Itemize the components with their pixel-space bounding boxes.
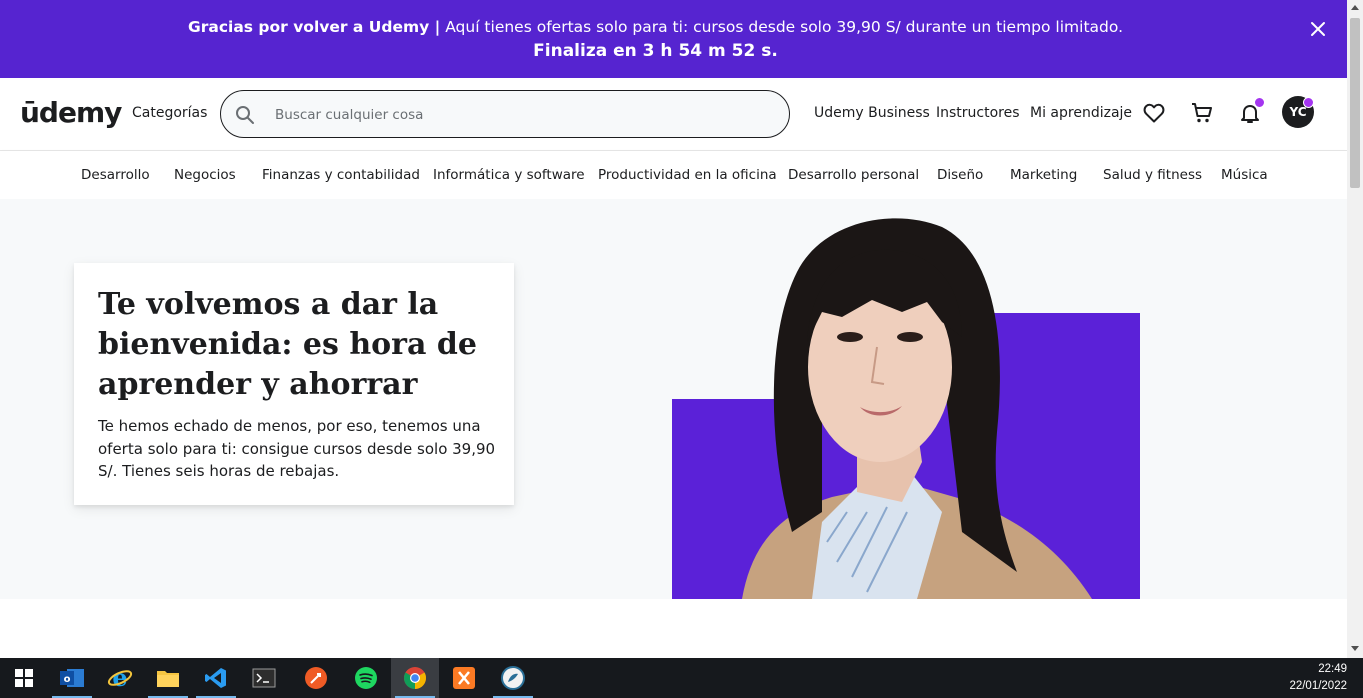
promo-text: Aquí tienes ofertas solo para ti: cursos… [440, 18, 1123, 36]
hero-title: Te volvemos a dar la bienvenida: es hora… [98, 287, 477, 402]
clock-date: 22/01/2022 [1289, 680, 1347, 692]
hero-text: Te hemos echado de menos, por eso, tenem… [98, 417, 496, 480]
nav-item-informatica[interactable]: Informática y software [433, 167, 585, 183]
promo-bold-text: Gracias por volver a Udemy | [188, 18, 441, 36]
avatar-notification-dot [1303, 97, 1314, 108]
spotify-icon[interactable] [342, 658, 390, 698]
svg-text:e: e [112, 665, 127, 691]
nav-item-desarrollo-personal[interactable]: Desarrollo personal [788, 167, 919, 183]
nav-item-salud[interactable]: Salud y fitness [1103, 167, 1202, 183]
vscode-icon[interactable] [192, 658, 240, 698]
site-header: ūdemy Categorías Udemy Business Instruct… [0, 78, 1347, 151]
file-explorer-icon[interactable] [144, 658, 192, 698]
search-icon[interactable] [235, 105, 255, 129]
xampp-icon[interactable] [440, 658, 488, 698]
close-icon[interactable] [1307, 18, 1329, 40]
nav-item-finanzas[interactable]: Finanzas y contabilidad [262, 167, 420, 183]
category-nav: Desarrollo Negocios Finanzas y contabili… [0, 151, 1347, 199]
nav-item-marketing[interactable]: Marketing [1010, 167, 1077, 183]
nav-item-negocios[interactable]: Negocios [174, 167, 236, 183]
page-scrollbar[interactable] [1347, 0, 1363, 658]
outlook-icon[interactable]: o [48, 658, 96, 698]
svg-text:o: o [64, 674, 71, 685]
nav-item-diseno[interactable]: Diseño [937, 167, 983, 183]
browser-page: Gracias por volver a Udemy | Aquí tienes… [0, 0, 1347, 658]
promo-countdown: Finaliza en 3 h 54 m 52 s. [533, 41, 778, 61]
nav-item-musica[interactable]: Música [1221, 167, 1268, 183]
udemy-business-link[interactable]: Udemy Business [814, 105, 930, 121]
internet-explorer-icon[interactable]: e [96, 658, 144, 698]
notification-dot [1254, 97, 1265, 108]
hero-image [672, 218, 1140, 599]
scroll-up-icon[interactable] [1351, 5, 1359, 10]
instructors-link[interactable]: Instructores [936, 105, 1020, 121]
windows-start-icon[interactable] [0, 658, 48, 698]
search-bar[interactable] [220, 90, 790, 138]
clock-time: 22:49 [1318, 663, 1347, 675]
udemy-logo[interactable]: ūdemy [20, 96, 122, 132]
hero-card: Te volvemos a dar la bienvenida: es hora… [74, 263, 514, 505]
nav-item-productividad[interactable]: Productividad en la oficina [598, 167, 777, 183]
categories-button[interactable]: Categorías [132, 105, 207, 121]
bell-icon[interactable] [1238, 97, 1265, 127]
app-icon[interactable] [489, 658, 537, 698]
windows-taskbar: o e 22:49 22/01/2022 [0, 658, 1363, 698]
promo-message: Gracias por volver a Udemy | Aquí tienes… [0, 18, 1311, 36]
logo-text: ūdemy [20, 96, 122, 129]
promo-banner: Gracias por volver a Udemy | Aquí tienes… [0, 0, 1347, 78]
chrome-icon[interactable] [391, 658, 439, 698]
search-input[interactable] [273, 101, 767, 129]
cart-icon[interactable] [1190, 101, 1216, 127]
heart-icon[interactable] [1142, 101, 1168, 127]
scrollbar-thumb[interactable] [1350, 18, 1360, 188]
system-clock[interactable]: 22:49 22/01/2022 [1289, 661, 1347, 695]
nav-item-desarrollo[interactable]: Desarrollo [81, 167, 150, 183]
hero-banner: Te volvemos a dar la bienvenida: es hora… [0, 199, 1347, 599]
my-learning-link[interactable]: Mi aprendizaje [1030, 105, 1132, 121]
terminal-icon[interactable] [240, 658, 288, 698]
scroll-down-icon[interactable] [1351, 646, 1359, 651]
postman-icon[interactable] [292, 658, 340, 698]
